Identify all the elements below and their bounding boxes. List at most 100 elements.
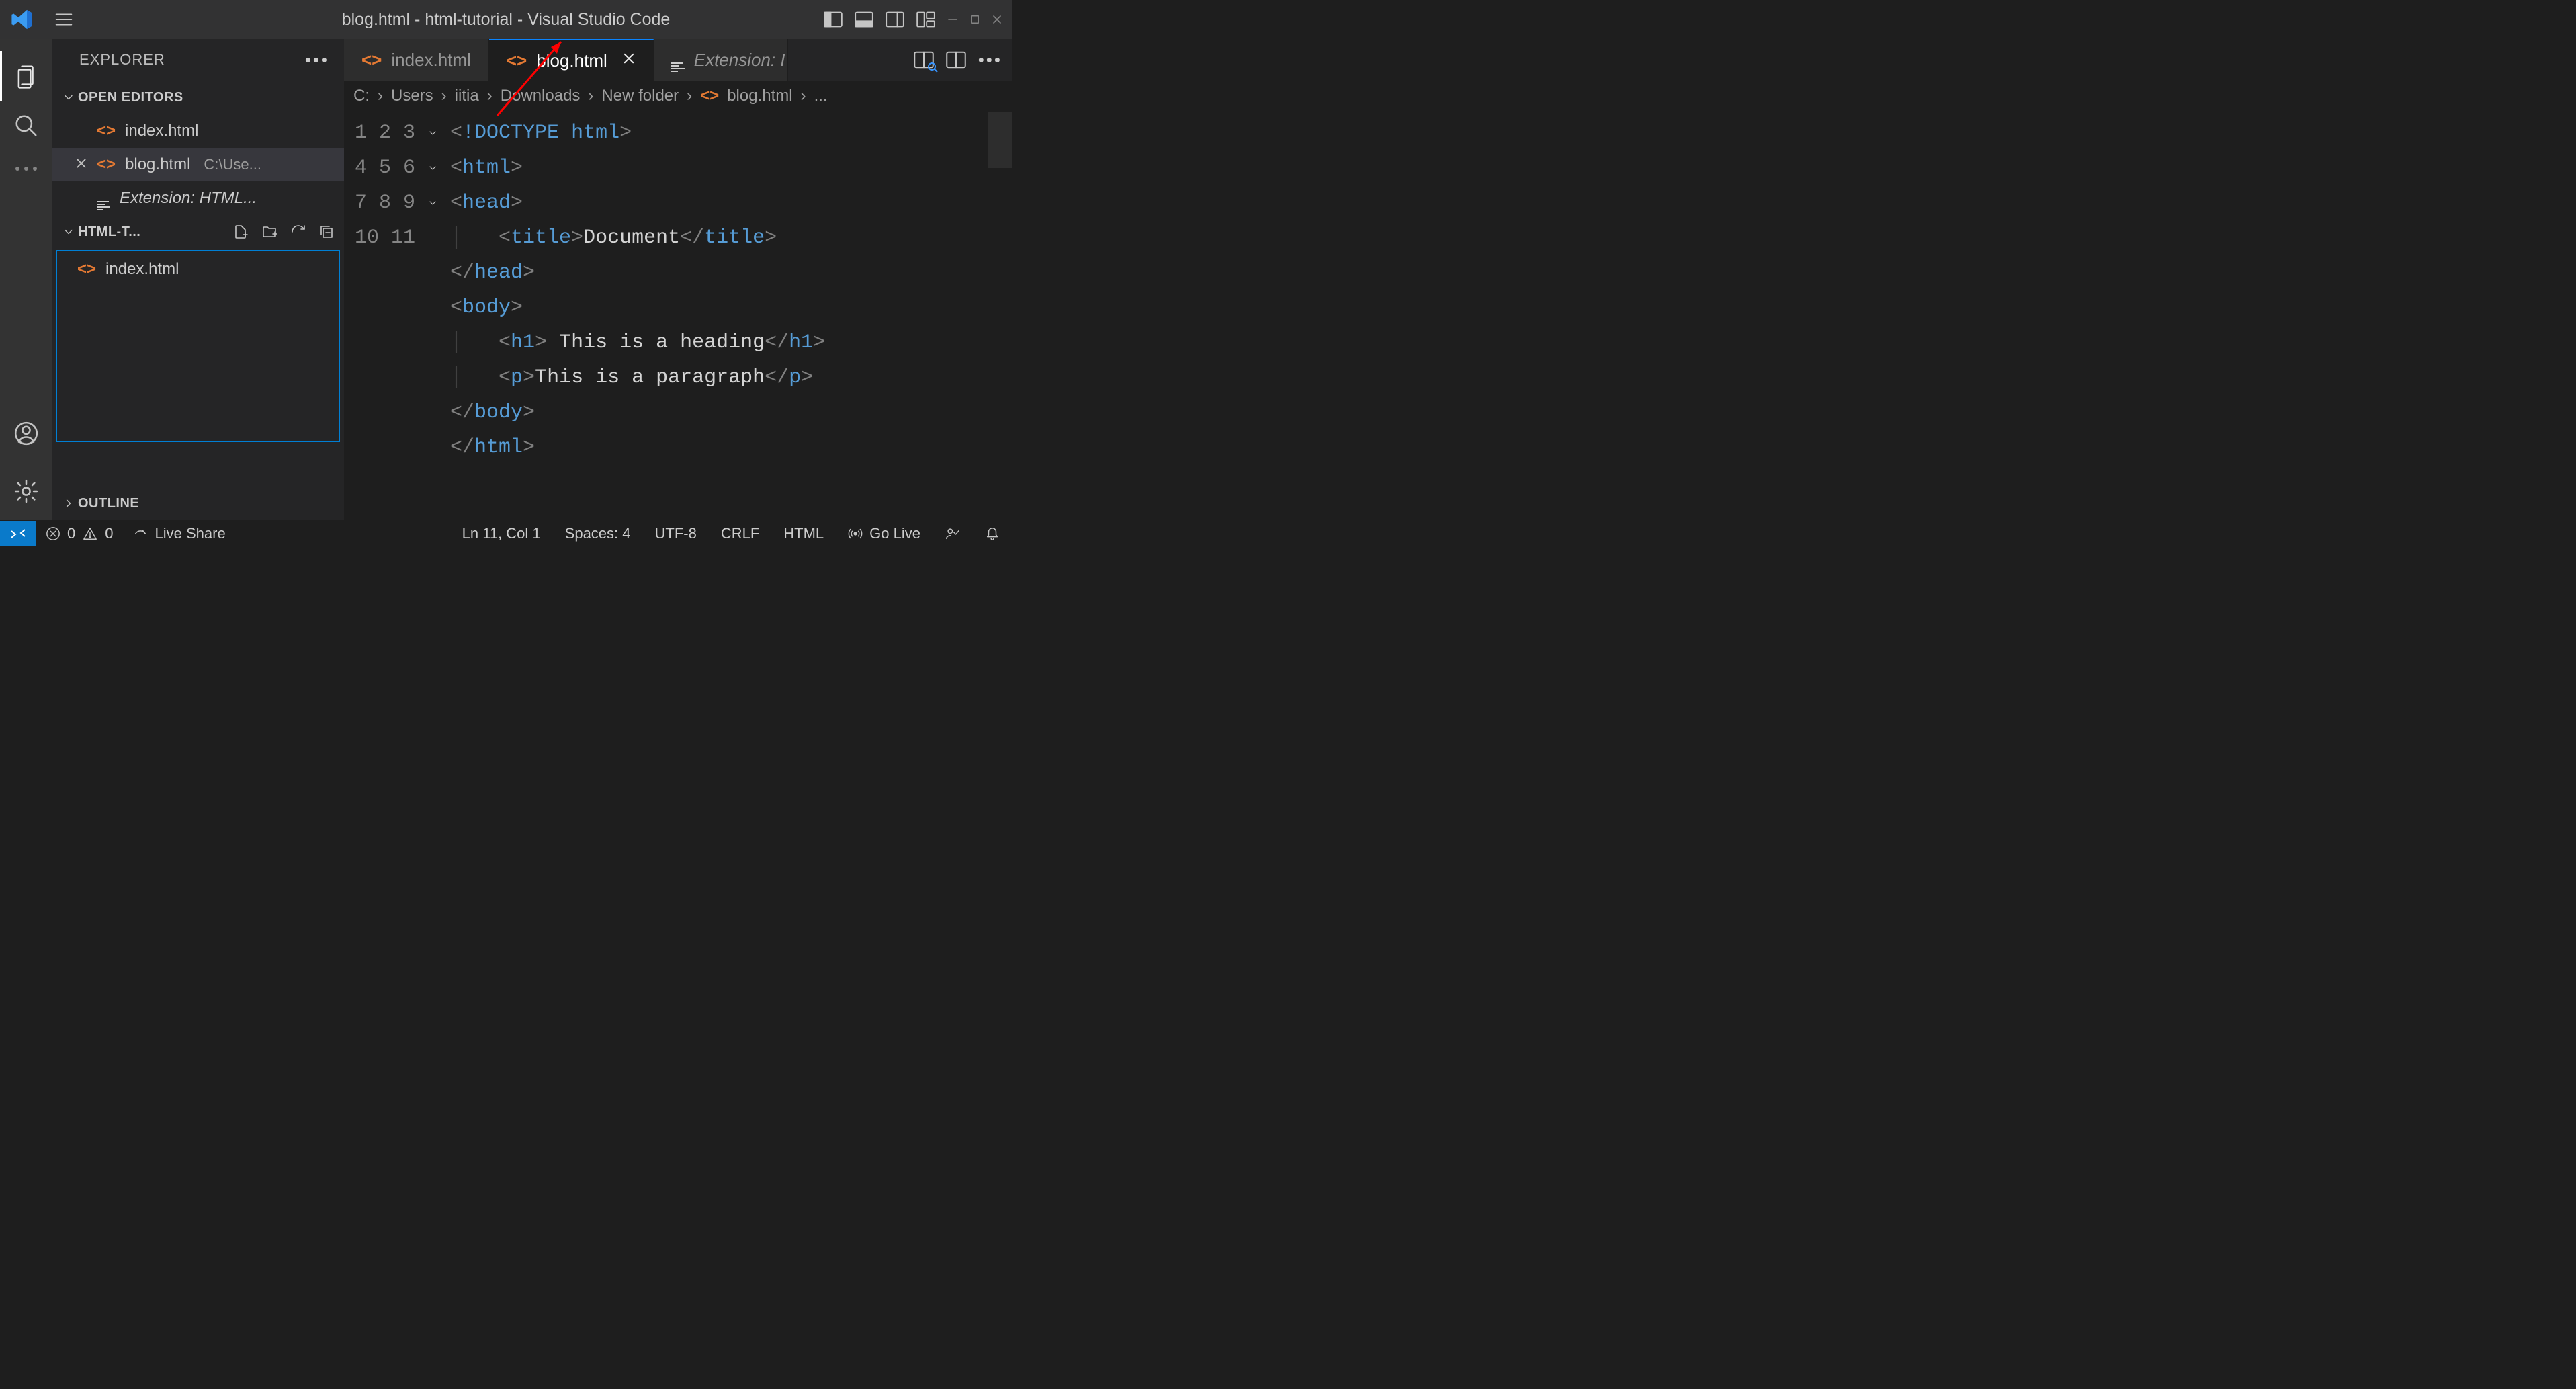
hamburger-menu-icon[interactable]: [54, 9, 74, 30]
open-editor-path: C:\Use...: [204, 156, 261, 173]
open-preview-side-icon[interactable]: [914, 51, 934, 69]
status-live-share-label: Live Share: [155, 525, 226, 542]
status-eol-text: CRLF: [721, 525, 759, 542]
status-spaces-text: Spaces: 4: [565, 525, 631, 542]
html-file-icon: <>: [77, 260, 96, 279]
activity-accounts-icon[interactable]: [0, 409, 52, 458]
status-language-mode[interactable]: HTML: [771, 525, 836, 542]
breadcrumb-part[interactable]: New folder: [601, 87, 679, 106]
breadcrumb[interactable]: C:› Users› iitia› Downloads› New folder›…: [344, 81, 1012, 112]
status-encoding[interactable]: UTF-8: [643, 525, 709, 542]
html-file-icon: <>: [97, 122, 116, 140]
sidebar-more-icon[interactable]: •••: [305, 50, 329, 71]
sidebar-title-row: EXPLORER •••: [52, 39, 344, 81]
tab-index-html[interactable]: <> index.html: [344, 39, 489, 81]
open-editors-header[interactable]: OPEN EDITORS: [52, 81, 344, 114]
vscode-logo-icon: [11, 8, 34, 31]
toggle-panel-icon[interactable]: [855, 11, 873, 28]
activity-manage-gear-icon[interactable]: [0, 466, 52, 516]
chevron-right-icon: ›: [588, 87, 593, 106]
split-editor-icon[interactable]: [946, 51, 966, 69]
status-eol[interactable]: CRLF: [709, 525, 771, 542]
breadcrumb-file[interactable]: blog.html: [727, 87, 792, 106]
toggle-secondary-side-bar-icon[interactable]: [886, 11, 904, 28]
html-file-icon: <>: [700, 87, 719, 106]
open-editor-name: blog.html: [125, 155, 190, 174]
new-file-icon[interactable]: [232, 224, 249, 240]
status-warnings-count: 0: [105, 525, 113, 542]
activity-explorer-icon[interactable]: [0, 51, 52, 101]
status-indentation[interactable]: Spaces: 4: [553, 525, 643, 542]
chevron-right-icon: ›: [378, 87, 383, 106]
warning-icon: [82, 526, 98, 541]
close-icon[interactable]: [622, 51, 636, 70]
window-maximize-icon[interactable]: [970, 15, 980, 24]
new-folder-icon[interactable]: [261, 224, 278, 240]
remote-indicator-icon[interactable]: [0, 521, 36, 546]
status-encoding-text: UTF-8: [655, 525, 697, 542]
status-live-share[interactable]: Live Share: [123, 525, 235, 542]
folder-header[interactable]: HTML-T...: [52, 215, 344, 249]
folder-actions: [232, 224, 335, 240]
minimap[interactable]: [988, 112, 1012, 520]
tab-extension[interactable]: Extension: I: [654, 39, 788, 81]
code-content[interactable]: <!DOCTYPE html> <html> <head> │ <title>D…: [450, 112, 1012, 520]
chevron-down-icon: [59, 225, 78, 239]
main-area: EXPLORER ••• OPEN EDITORS <> index.html …: [0, 39, 1012, 520]
line-number-gutter[interactable]: 1 2 3 4 5 6 7 8 9 10 11: [344, 112, 427, 520]
file-tree-item-name: index.html: [105, 260, 179, 279]
file-tree[interactable]: <> index.html: [56, 250, 340, 442]
tab-label: index.html: [391, 50, 471, 71]
toggle-primary-side-bar-icon[interactable]: [824, 11, 843, 28]
extension-lines-icon: [671, 48, 685, 72]
minimap-viewport[interactable]: [988, 112, 1012, 168]
status-go-live[interactable]: Go Live: [836, 525, 933, 542]
breadcrumb-part[interactable]: C:: [353, 87, 370, 106]
chevron-right-icon: [59, 497, 78, 510]
code-editor[interactable]: 1 2 3 4 5 6 7 8 9 10 11 <!DOCTYPE html> …: [344, 112, 1012, 520]
broadcast-icon: [848, 526, 863, 541]
outline-header[interactable]: OUTLINE: [52, 487, 344, 520]
breadcrumb-part[interactable]: iitia: [455, 87, 479, 106]
tab-bar: <> index.html <> blog.html Extension: I: [344, 39, 1012, 81]
html-file-icon: <>: [361, 50, 382, 71]
chevron-right-icon: ›: [687, 87, 692, 106]
tab-blog-html[interactable]: <> blog.html: [489, 39, 654, 81]
status-go-live-text: Go Live: [869, 525, 920, 542]
activity-overflow-icon[interactable]: [0, 151, 52, 187]
sidebar-title: EXPLORER: [79, 51, 165, 69]
customize-layout-icon[interactable]: [916, 11, 935, 28]
error-icon: [46, 526, 60, 541]
title-layout-controls: [824, 11, 935, 28]
activity-search-icon[interactable]: [0, 101, 52, 151]
breadcrumb-trailing: ...: [814, 87, 828, 106]
status-notifications-icon[interactable]: [973, 525, 1012, 542]
tab-label: Extension: I: [694, 50, 785, 71]
status-cursor-position[interactable]: Ln 11, Col 1: [450, 525, 553, 542]
window-title: blog.html - html-tutorial - Visual Studi…: [342, 10, 671, 30]
status-problems[interactable]: 0 0: [36, 525, 123, 542]
refresh-icon[interactable]: [290, 224, 306, 240]
breadcrumb-part[interactable]: Downloads: [501, 87, 581, 106]
open-editor-name: index.html: [125, 122, 198, 140]
window-close-icon[interactable]: [992, 14, 1002, 25]
close-icon[interactable]: [75, 155, 87, 174]
outline-label: OUTLINE: [78, 496, 139, 511]
fold-gutter[interactable]: [427, 112, 450, 520]
chevron-down-icon: [59, 91, 78, 104]
collapse-all-icon[interactable]: [318, 224, 335, 240]
open-editor-item[interactable]: Extension: HTML...: [52, 181, 344, 215]
file-tree-item[interactable]: <> index.html: [57, 255, 339, 284]
open-editor-item[interactable]: <> index.html: [52, 114, 344, 148]
open-editors-label: OPEN EDITORS: [78, 90, 183, 106]
breadcrumb-part[interactable]: Users: [391, 87, 433, 106]
editor-more-icon[interactable]: •••: [978, 50, 1002, 71]
html-file-icon: <>: [507, 50, 527, 71]
sidebar-explorer: EXPLORER ••• OPEN EDITORS <> index.html …: [52, 39, 344, 520]
extension-lines-icon: [97, 187, 110, 210]
open-editor-item[interactable]: <> blog.html C:\Use...: [52, 148, 344, 181]
status-feedback-icon[interactable]: [933, 526, 973, 541]
status-bar: 0 0 Live Share Ln 11, Col 1 Spaces: 4 UT…: [0, 520, 1012, 546]
tab-label: blog.html: [536, 50, 607, 71]
window-minimize-icon[interactable]: [947, 14, 958, 25]
